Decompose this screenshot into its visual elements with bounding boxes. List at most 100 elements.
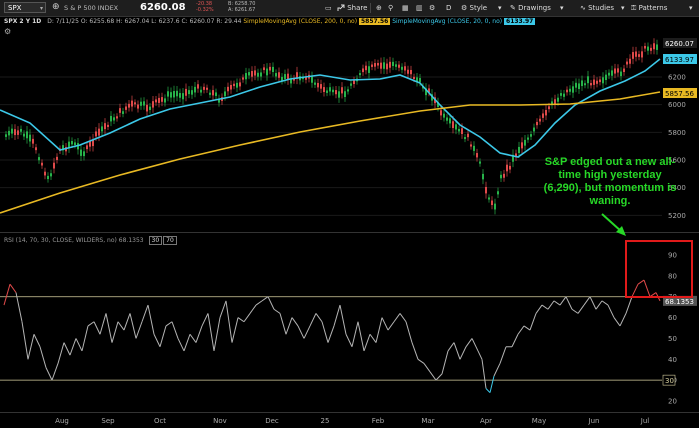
rsi-segment xyxy=(315,313,323,323)
chevron-down-icon[interactable]: ▾ xyxy=(40,3,43,14)
rsi-axis-label: 20 xyxy=(668,398,677,406)
share-button[interactable]: Share xyxy=(337,2,367,14)
candle-body xyxy=(587,76,589,84)
candle-body xyxy=(317,82,319,88)
rsi-segment xyxy=(499,346,507,364)
candle-body xyxy=(569,88,571,92)
link-icon[interactable]: ▭ xyxy=(325,2,332,14)
candle-body xyxy=(404,66,406,71)
candle-body xyxy=(20,128,22,132)
sma20-label[interactable]: SimpleMovingAvg (CLOSE, 20, 0, no) xyxy=(392,18,502,25)
candle-body xyxy=(134,102,136,105)
candle-body xyxy=(602,77,604,84)
settings-icon[interactable]: ⚙ xyxy=(429,2,435,14)
rsi-segment xyxy=(171,321,179,339)
rsi-title: RSI (14, 70, 30, CLOSE, WILDERS, no) 68.… xyxy=(4,236,177,245)
candle-body xyxy=(149,106,151,110)
rsi-segment xyxy=(45,367,53,381)
candle-body xyxy=(26,131,28,139)
style-menu-caret[interactable]: ▾ xyxy=(498,2,502,14)
studies-button[interactable]: ∿ Studies xyxy=(580,2,614,14)
rsi-chart-svg: 908070605040302068.135330 xyxy=(0,252,697,406)
candle-body xyxy=(557,97,559,102)
candle-body xyxy=(329,87,331,92)
candle-body xyxy=(341,87,343,94)
candle-body xyxy=(443,113,445,118)
candle-body xyxy=(188,90,190,95)
rsi-segment xyxy=(465,338,473,348)
rsi-segment xyxy=(459,346,467,360)
candle-body xyxy=(563,93,565,97)
rsi-segment xyxy=(477,350,483,360)
candle-body xyxy=(266,68,268,76)
rsi-segment xyxy=(559,296,567,306)
candle-body xyxy=(104,123,106,130)
last-price-badge-text: 6260.07 xyxy=(665,40,694,48)
layout-icon[interactable]: ▥ xyxy=(416,2,423,14)
zoom-icon[interactable]: ⊕ xyxy=(376,2,382,14)
rsi-segment xyxy=(195,325,203,343)
candle-body xyxy=(653,43,655,50)
rsi-segment xyxy=(595,300,603,310)
add-icon[interactable]: ⊕ xyxy=(52,2,60,13)
style-button[interactable]: ⚙ Style xyxy=(461,2,487,14)
candle-body xyxy=(44,171,46,176)
rsi-segment xyxy=(207,313,215,352)
candle-body xyxy=(440,110,442,116)
interval-button[interactable]: D xyxy=(446,2,451,14)
rsi-segment xyxy=(231,317,239,343)
sma200-badge: 5857.56 xyxy=(663,88,697,98)
magnifier-icon[interactable]: ⚲ xyxy=(388,2,393,14)
candle-body xyxy=(623,68,625,73)
rsi-segment xyxy=(485,388,491,394)
rsi-segment xyxy=(565,296,573,310)
price-axis-label: 5200 xyxy=(668,212,686,220)
candle-body xyxy=(560,93,562,96)
x-tick: Jun xyxy=(588,417,600,425)
rsi-segment xyxy=(177,338,185,352)
rsi-segment xyxy=(141,304,149,322)
candle-body xyxy=(191,90,193,95)
share-label: Share xyxy=(347,4,368,12)
rsi-segment xyxy=(255,300,263,306)
rsi-panel[interactable]: 908070605040302068.135330 RSI (14, 70, 3… xyxy=(0,232,699,411)
rsi-segment xyxy=(523,325,531,331)
drawings-button[interactable]: ✎ Drawings xyxy=(510,2,551,14)
candle-body xyxy=(332,89,334,93)
candle-body xyxy=(464,137,466,140)
studies-icon: ∿ xyxy=(580,4,586,12)
candle-body xyxy=(611,70,613,76)
candle-body xyxy=(254,70,256,76)
sma200-label[interactable]: SimpleMovingAvg (CLOSE, 200, 0, no) xyxy=(243,18,357,25)
drawings-menu-caret[interactable]: ▾ xyxy=(560,2,564,14)
candle-body xyxy=(632,52,634,59)
candle-body xyxy=(119,108,121,113)
candle-body xyxy=(593,79,595,85)
candle-body xyxy=(173,91,175,98)
rsi-segment xyxy=(213,317,221,352)
info-high: H: 6267.04 xyxy=(116,18,150,25)
grid-icon[interactable]: ▦ xyxy=(402,2,409,14)
x-tick: Feb xyxy=(371,417,385,425)
rsi-segment xyxy=(117,321,125,331)
rsi-segment xyxy=(399,313,407,323)
studies-menu-caret[interactable]: ▾ xyxy=(621,2,625,14)
rsi-segment xyxy=(189,333,197,343)
candle-body xyxy=(656,44,658,50)
change-pct: -0.32% xyxy=(196,7,214,13)
symbol-input[interactable]: SPX ▾ xyxy=(4,2,46,13)
patterns-button[interactable]: ⚿ Patterns xyxy=(631,2,667,14)
candle-body xyxy=(176,90,178,97)
x-tick: Jul xyxy=(640,417,650,425)
candle-body xyxy=(38,157,40,161)
rsi-segment xyxy=(99,313,107,335)
drawings-label: Drawings xyxy=(518,4,551,12)
rsi-segment xyxy=(303,325,311,339)
rsi-segment xyxy=(453,342,461,360)
patterns-menu-caret[interactable]: ▾ xyxy=(689,2,693,14)
patterns-label: Patterns xyxy=(638,4,668,12)
candle-body xyxy=(518,146,520,154)
rsi-segment xyxy=(3,284,11,306)
candle-body xyxy=(278,72,280,78)
x-tick: Aug xyxy=(55,417,69,425)
